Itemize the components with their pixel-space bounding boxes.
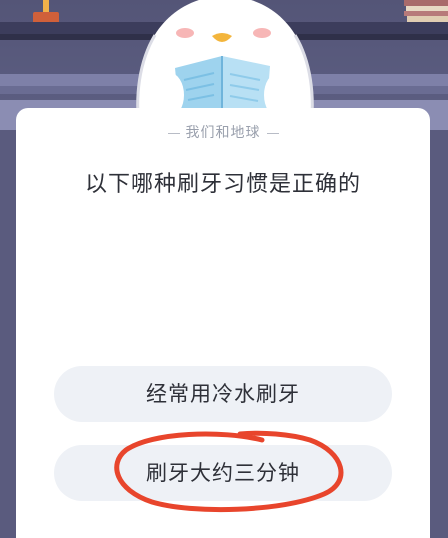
category-dash-right (266, 132, 279, 134)
answer-option-1[interactable]: 经常用冷水刷牙 (54, 366, 392, 422)
answer-option-2[interactable]: 刷牙大约三分钟 (54, 445, 392, 501)
category-label: 我们和地球 (16, 122, 430, 142)
question-text: 以下哪种刷牙习惯是正确的 (84, 172, 361, 197)
books-decoration (404, 0, 448, 22)
category-text: 我们和地球 (185, 125, 261, 141)
answer-option-2-label: 刷牙大约三分钟 (146, 461, 300, 485)
category-dash-left (167, 132, 180, 134)
quiz-card: 我们和地球 以下哪种刷牙习惯是正确的 经常用冷水刷牙 刷牙大约三分钟 (16, 108, 430, 538)
answer-option-1-label: 经常用冷水刷牙 (146, 382, 300, 406)
lamp-decoration (33, 0, 59, 22)
